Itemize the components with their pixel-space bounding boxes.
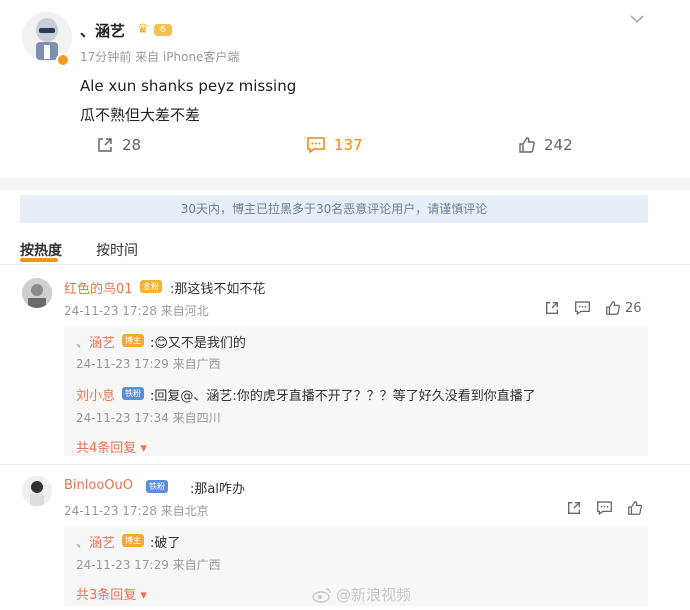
more-options-chevron-icon[interactable]	[630, 12, 644, 28]
commenter-avatar[interactable]	[22, 476, 52, 506]
comment-text: :那这钱不如不花	[170, 282, 266, 297]
post-text-line2: 瓜不熟但大差不差	[80, 106, 201, 124]
thumbs-up-icon	[519, 137, 535, 153]
comment-reply-button[interactable]	[574, 300, 591, 316]
section-divider	[0, 178, 690, 190]
comment-share-button[interactable]	[566, 500, 582, 516]
sort-by-hot-tab[interactable]: 按热度	[20, 240, 62, 262]
caret-down-icon: ▾	[140, 588, 147, 603]
caret-down-icon: ▾	[140, 441, 147, 456]
share-button[interactable]: 28	[96, 136, 141, 154]
more-replies-link[interactable]: 共3条回复 ▾	[76, 584, 147, 603]
comment-icon	[597, 501, 612, 516]
weibo-post: 、涵艺 ♛ 6 17分钟前 来自 iPhone客户端 Ale xun shank…	[0, 0, 690, 178]
comment-reply-button[interactable]	[596, 500, 613, 516]
reply-author[interactable]: 刘小息	[76, 385, 115, 404]
comment-like-button[interactable]	[627, 500, 643, 516]
share-count: 28	[122, 136, 142, 154]
commenter-name[interactable]: 红色的鸟01	[64, 278, 133, 297]
comment-meta: 24-11-23 17:28 来自河北	[64, 304, 209, 318]
thumbs-up-icon	[606, 301, 621, 315]
like-button[interactable]: 242	[518, 136, 573, 154]
like-count: 242	[544, 136, 573, 154]
share-icon	[546, 302, 558, 314]
vip-level-badge: 6	[154, 24, 172, 36]
more-replies-label: 共3条回复	[76, 588, 137, 603]
crown-icon: ♛	[137, 22, 149, 37]
sort-by-time-tab[interactable]: 按时间	[96, 240, 138, 260]
sort-divider	[0, 264, 690, 265]
reply-meta: 24-11-23 17:29 来自广西	[76, 357, 221, 371]
author-badge: 博主	[122, 534, 144, 547]
post-source: 来自 iPhone客户端	[135, 50, 240, 64]
reply-text: :😊又不是我们的	[150, 336, 246, 351]
avatar-image	[22, 278, 52, 308]
watermark-text: @新浪视频	[336, 586, 412, 604]
share-icon	[98, 138, 112, 152]
avatar-image	[22, 476, 52, 506]
comment-notice-banner: 30天内，博主已拉黑多于30名恶意评论用户，请谨慎评论	[20, 195, 648, 223]
post-text-line1: Ale xun shanks peyz missing	[80, 77, 297, 95]
commenter-avatar[interactable]	[22, 278, 52, 308]
comment-count: 137	[334, 136, 363, 154]
comment-icon	[575, 301, 590, 316]
comment-share-button[interactable]	[544, 300, 560, 316]
post-author-name[interactable]: 、涵艺	[80, 20, 125, 41]
comment-actions	[566, 500, 643, 516]
reply-text: :破了	[150, 536, 181, 551]
post-meta: 17分钟前 来自 iPhone客户端	[80, 48, 239, 65]
comment-text: :那al咋办	[190, 482, 245, 497]
more-replies-label: 共4条回复	[76, 441, 137, 456]
comment-actions: 26	[544, 300, 642, 316]
commenter-name[interactable]: BinlooOuO	[64, 478, 133, 493]
more-replies-link[interactable]: 共4条回复 ▾	[76, 437, 147, 456]
reply-meta: 24-11-23 17:29 来自广西	[76, 558, 221, 572]
author-badge: 博主	[122, 334, 144, 347]
comment-icon	[307, 137, 325, 154]
fan-badge: 铁粉	[146, 480, 168, 493]
comment-button[interactable]: 137	[306, 136, 363, 154]
comment-like-count: 26	[625, 300, 642, 316]
watermark: @新浪视频	[312, 584, 411, 605]
reply-text: :回复@、涵艺:你的虎牙直播不开了？？？等了好久没看到你直播了	[150, 389, 536, 404]
comment-divider	[0, 464, 690, 465]
share-icon	[568, 502, 580, 514]
weibo-logo-icon	[312, 587, 331, 603]
comment-meta: 24-11-23 17:28 来自北京	[64, 504, 209, 518]
comment-like-button[interactable]: 26	[605, 300, 642, 316]
reply-author[interactable]: 、涵艺	[76, 532, 115, 551]
fan-badge: 金粉	[140, 280, 162, 293]
reply-meta: 24-11-23 17:34 来自四川	[76, 411, 221, 425]
reply-author[interactable]: 、涵艺	[76, 332, 115, 351]
fan-badge: 铁粉	[122, 387, 144, 400]
post-time: 17分钟前	[80, 50, 132, 64]
verified-badge-icon	[56, 53, 70, 67]
thumbs-up-icon	[628, 501, 643, 515]
